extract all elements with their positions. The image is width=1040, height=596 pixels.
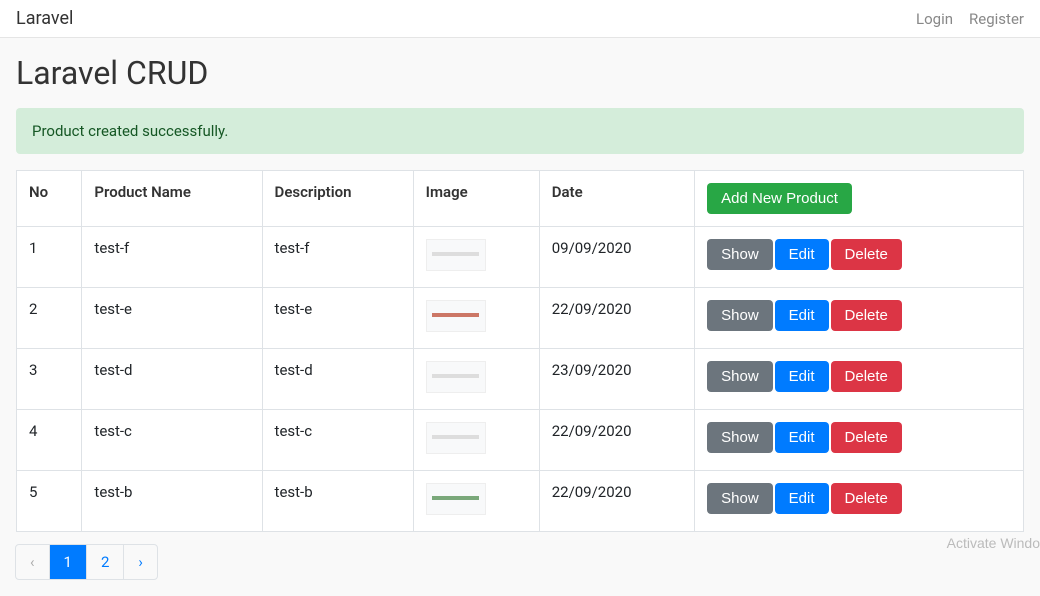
cell-description: test-f bbox=[262, 227, 413, 288]
cell-no: 4 bbox=[17, 410, 82, 471]
cell-actions: ShowEditDelete bbox=[695, 410, 1024, 471]
cell-description: test-c bbox=[262, 410, 413, 471]
show-button[interactable]: Show bbox=[707, 361, 773, 392]
table-row: 5test-btest-b22/09/2020ShowEditDelete bbox=[17, 471, 1024, 532]
edit-button[interactable]: Edit bbox=[775, 361, 829, 392]
pagination-page-label: 1 bbox=[50, 545, 86, 579]
windows-watermark: Activate Windo bbox=[947, 535, 1040, 551]
cell-date: 09/09/2020 bbox=[539, 227, 694, 288]
product-thumbnail bbox=[426, 361, 486, 393]
delete-button[interactable]: Delete bbox=[831, 239, 902, 270]
header-date: Date bbox=[539, 171, 694, 227]
table-header-row: No Product Name Description Image Date A… bbox=[17, 171, 1024, 227]
pagination-page-link[interactable]: 2 bbox=[87, 545, 123, 579]
pagination-next[interactable]: › bbox=[123, 544, 158, 580]
cell-date: 23/09/2020 bbox=[539, 349, 694, 410]
cell-actions: ShowEditDelete bbox=[695, 349, 1024, 410]
login-link[interactable]: Login bbox=[916, 10, 953, 28]
main-container: Laravel CRUD Product created successfull… bbox=[0, 38, 1040, 596]
cell-name: test-c bbox=[82, 410, 262, 471]
table-row: 2test-etest-e22/09/2020ShowEditDelete bbox=[17, 288, 1024, 349]
cell-date: 22/09/2020 bbox=[539, 410, 694, 471]
cell-image bbox=[413, 227, 539, 288]
edit-button[interactable]: Edit bbox=[775, 422, 829, 453]
pagination-prev-label: ‹ bbox=[16, 545, 49, 579]
pagination-next-link[interactable]: › bbox=[124, 545, 157, 579]
cell-name: test-e bbox=[82, 288, 262, 349]
edit-button[interactable]: Edit bbox=[775, 300, 829, 331]
cell-description: test-e bbox=[262, 288, 413, 349]
cell-date: 22/09/2020 bbox=[539, 288, 694, 349]
cell-no: 3 bbox=[17, 349, 82, 410]
cell-description: test-b bbox=[262, 471, 413, 532]
delete-button[interactable]: Delete bbox=[831, 361, 902, 392]
cell-description: test-d bbox=[262, 349, 413, 410]
cell-name: test-b bbox=[82, 471, 262, 532]
products-table: No Product Name Description Image Date A… bbox=[16, 170, 1024, 532]
cell-no: 2 bbox=[17, 288, 82, 349]
page-title: Laravel CRUD bbox=[16, 54, 1024, 92]
pagination-page: 1 bbox=[49, 544, 87, 580]
success-alert: Product created successfully. bbox=[16, 108, 1024, 154]
cell-date: 22/09/2020 bbox=[539, 471, 694, 532]
add-new-product-button[interactable]: Add New Product bbox=[707, 183, 852, 214]
header-description: Description bbox=[262, 171, 413, 227]
cell-no: 1 bbox=[17, 227, 82, 288]
pagination: ‹ 12› bbox=[16, 544, 1024, 580]
header-no: No bbox=[17, 171, 82, 227]
cell-name: test-d bbox=[82, 349, 262, 410]
brand-link[interactable]: Laravel bbox=[16, 8, 73, 29]
header-name: Product Name bbox=[82, 171, 262, 227]
show-button[interactable]: Show bbox=[707, 239, 773, 270]
cell-actions: ShowEditDelete bbox=[695, 227, 1024, 288]
delete-button[interactable]: Delete bbox=[831, 483, 902, 514]
cell-image bbox=[413, 288, 539, 349]
show-button[interactable]: Show bbox=[707, 483, 773, 514]
product-thumbnail bbox=[426, 239, 486, 271]
pagination-page[interactable]: 2 bbox=[86, 544, 124, 580]
edit-button[interactable]: Edit bbox=[775, 483, 829, 514]
delete-button[interactable]: Delete bbox=[831, 300, 902, 331]
table-row: 3test-dtest-d23/09/2020ShowEditDelete bbox=[17, 349, 1024, 410]
table-row: 4test-ctest-c22/09/2020ShowEditDelete bbox=[17, 410, 1024, 471]
cell-image bbox=[413, 410, 539, 471]
header-actions: Add New Product bbox=[695, 171, 1024, 227]
product-thumbnail bbox=[426, 422, 486, 454]
header-image: Image bbox=[413, 171, 539, 227]
navbar-right: Login Register bbox=[916, 10, 1024, 28]
cell-actions: ShowEditDelete bbox=[695, 288, 1024, 349]
cell-name: test-f bbox=[82, 227, 262, 288]
cell-no: 5 bbox=[17, 471, 82, 532]
cell-image bbox=[413, 349, 539, 410]
register-link[interactable]: Register bbox=[969, 10, 1024, 28]
delete-button[interactable]: Delete bbox=[831, 422, 902, 453]
cell-actions: ShowEditDelete bbox=[695, 471, 1024, 532]
pagination-prev: ‹ bbox=[15, 544, 50, 580]
product-thumbnail bbox=[426, 300, 486, 332]
cell-image bbox=[413, 471, 539, 532]
table-row: 1test-ftest-f09/09/2020ShowEditDelete bbox=[17, 227, 1024, 288]
product-thumbnail bbox=[426, 483, 486, 515]
navbar: Laravel Login Register bbox=[0, 0, 1040, 38]
show-button[interactable]: Show bbox=[707, 422, 773, 453]
edit-button[interactable]: Edit bbox=[775, 239, 829, 270]
show-button[interactable]: Show bbox=[707, 300, 773, 331]
